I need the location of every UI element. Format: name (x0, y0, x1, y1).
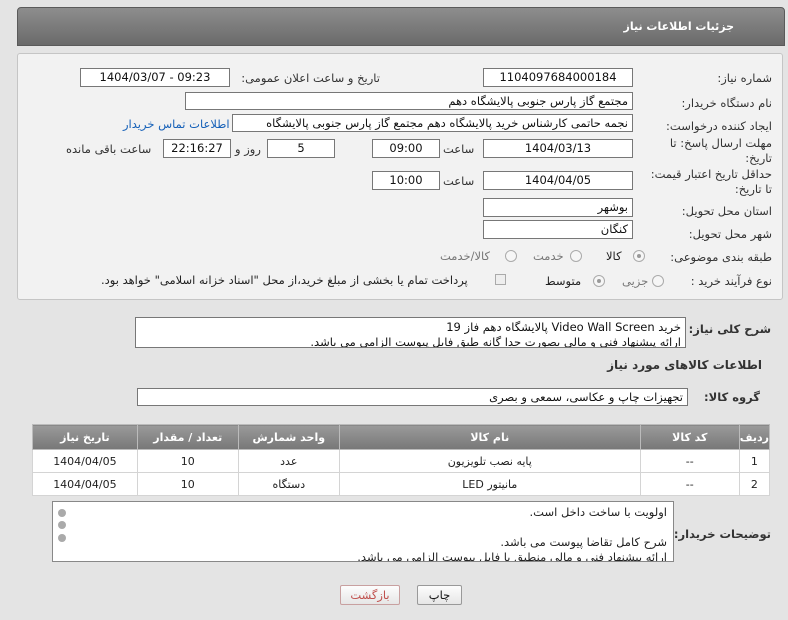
notes-line-3: ارائه پیشنهاد فنی و مالی منطبق با فایل پ… (357, 550, 667, 562)
scroll-thumb-icon[interactable] (58, 521, 66, 529)
col-qty: تعداد / مقدار (136, 424, 239, 450)
process-type-label: نوع فرآیند خرید : (690, 274, 772, 288)
description-line-1: خرید Video Wall Screen پالایشگاه دهم فاز… (446, 320, 681, 334)
reply-hour-label: ساعت (443, 142, 475, 156)
need-number-label: شماره نیاز: (717, 71, 772, 85)
col-name: نام کالا (338, 424, 641, 450)
buyer-notes-textarea[interactable]: اولویت با ساخت داخل است. شرح کامل تقاضا … (52, 501, 674, 562)
back-button[interactable]: بازگشت (340, 585, 400, 605)
col-row: ردیف (738, 424, 771, 450)
table-row[interactable]: 1 -- پایه نصب تلویزیون عدد 10 1404/04/05 (32, 449, 771, 473)
cell-code: -- (639, 472, 740, 496)
announce-date-label: تاریخ و ساعت اعلان عمومی: (241, 71, 380, 85)
price-validity-label: حداقل تاریخ اعتبار قیمت: (650, 167, 772, 181)
buyer-org-field[interactable]: مجتمع گاز پارس جنوبی پالایشگاه دهم (185, 92, 633, 110)
creator-field[interactable]: نجمه حاتمی کارشناس خرید پالایشگاه دهم مج… (232, 114, 633, 132)
goods-table: ردیف کد کالا نام کالا واحد شمارش تعداد /… (32, 424, 771, 496)
category-option-service: خدمت (533, 249, 564, 263)
category-radio-goods-service[interactable] (505, 250, 517, 262)
category-option-goods-service: کالا/خدمت (440, 249, 491, 263)
cell-name: پایه نصب تلویزیون (338, 449, 641, 473)
cell-qty: 10 (136, 472, 239, 496)
goods-table-header: ردیف کد کالا نام کالا واحد شمارش تعداد /… (32, 424, 771, 450)
treasury-payment-note: پرداخت تمام یا بخشی از مبلغ خرید،از محل … (101, 273, 468, 287)
description-label: شرح کلی نیاز: (688, 322, 771, 336)
print-button[interactable]: چاپ (417, 585, 462, 605)
category-label: طبقه بندی موضوعی: (670, 250, 772, 264)
process-radio-medium[interactable] (593, 275, 605, 287)
category-option-goods: کالا (606, 249, 622, 263)
buyer-contact-link[interactable]: اطلاعات تماس خریدار (123, 117, 230, 131)
category-radio-goods[interactable] (633, 250, 645, 262)
cell-date: 1404/04/05 (32, 472, 138, 496)
city-label: شهر محل تحویل: (688, 227, 772, 241)
page-header: جزئیات اطلاعات نیاز (17, 7, 785, 46)
city-field[interactable]: کنگان (483, 220, 633, 239)
cell-qty: 10 (136, 449, 239, 473)
province-label: استان محل تحویل: (681, 204, 772, 218)
remaining-time-field[interactable]: 22:16:27 (163, 139, 231, 158)
reply-time-field[interactable]: 09:00 (372, 139, 440, 158)
table-row[interactable]: 2 -- مانیتور LED دستگاه 10 1404/04/05 (32, 472, 771, 496)
validity-hour-label: ساعت (443, 174, 475, 188)
buyer-notes-label: توضیحات خریدار: (673, 527, 771, 541)
cell-name: مانیتور LED (338, 472, 641, 496)
remaining-time-label: ساعت باقی مانده (66, 142, 152, 156)
reply-deadline-label: مهلت ارسال پاسخ: تا (669, 136, 772, 150)
announce-date-field[interactable]: 1404/03/07 - 09:23 (80, 68, 230, 87)
province-field[interactable]: بوشهر (483, 198, 633, 217)
goods-group-label: گروه کالا: (704, 390, 760, 404)
days-label: روز و (235, 142, 261, 156)
scroll-down-icon[interactable] (58, 534, 66, 542)
cell-unit: عدد (237, 449, 340, 473)
process-option-minor: جزیی (622, 274, 649, 288)
col-unit: واحد شمارش (237, 424, 340, 450)
days-remaining-field[interactable]: 5 (267, 139, 335, 158)
treasury-payment-checkbox[interactable] (495, 274, 506, 285)
cell-code: -- (639, 449, 740, 473)
process-radio-minor[interactable] (652, 275, 664, 287)
notes-line-1: اولویت با ساخت داخل است. (529, 505, 667, 519)
goods-group-field[interactable]: تجهیزات چاپ و عکاسی، سمعی و بصری (137, 388, 688, 406)
col-code: کد کالا (639, 424, 740, 450)
buyer-org-label: نام دستگاه خریدار: (681, 96, 772, 110)
price-validity-label-2: تا تاریخ: (734, 182, 772, 196)
validity-time-field[interactable]: 10:00 (372, 171, 440, 190)
cell-row: 1 (738, 449, 771, 473)
category-radio-service[interactable] (570, 250, 582, 262)
description-textarea[interactable]: خرید Video Wall Screen پالایشگاه دهم فاز… (135, 317, 686, 348)
col-date: تاریخ نیاز (32, 424, 138, 450)
need-number-field[interactable]: 1104097684000184 (483, 68, 633, 87)
cell-date: 1404/04/05 (32, 449, 138, 473)
cell-unit: دستگاه (237, 472, 340, 496)
cell-row: 2 (738, 472, 771, 496)
notes-line-2: شرح کامل تقاضا پیوست می باشد. (500, 535, 667, 549)
scroll-up-icon[interactable] (58, 509, 66, 517)
goods-section-title: اطلاعات کالاهای مورد نیاز (607, 358, 762, 372)
page-title: جزئیات اطلاعات نیاز (623, 20, 735, 33)
reply-date-field[interactable]: 1404/03/13 (483, 139, 633, 158)
reply-deadline-label-2: تاریخ: (745, 151, 772, 165)
process-option-medium: متوسط (545, 274, 582, 288)
validity-date-field[interactable]: 1404/04/05 (483, 171, 633, 190)
creator-label: ایجاد کننده درخواست: (666, 119, 772, 133)
description-line-2: ارائه پیشنهاد فنی و مالی بصورت جدا گانه … (310, 335, 681, 348)
